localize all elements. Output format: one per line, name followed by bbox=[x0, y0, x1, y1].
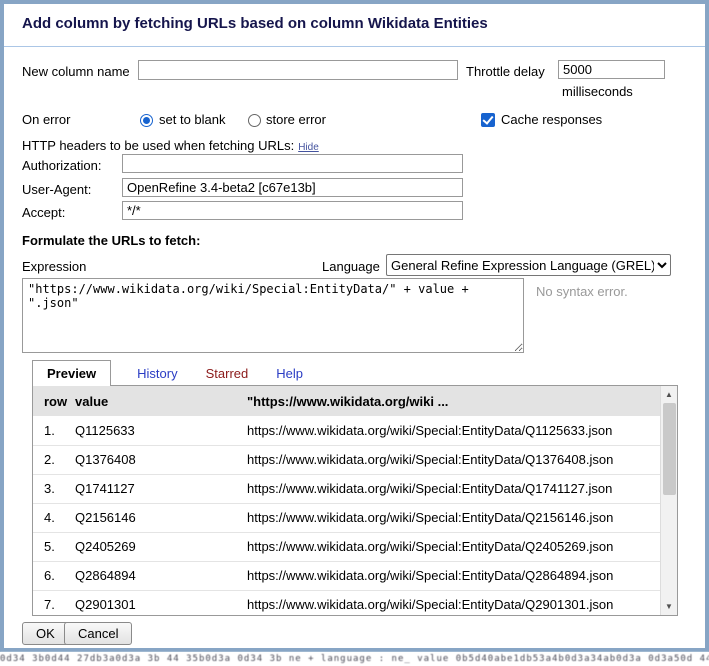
add-column-fetch-dialog: Add column by fetching URLs based on col… bbox=[0, 0, 709, 652]
dialog-title: Add column by fetching URLs based on col… bbox=[22, 15, 488, 32]
set-to-blank-radio-label[interactable]: set to blank bbox=[159, 112, 226, 127]
tab-starred[interactable]: Starred bbox=[206, 366, 249, 381]
ok-button[interactable]: OK bbox=[22, 622, 69, 645]
cancel-button[interactable]: Cancel bbox=[64, 622, 132, 645]
row-index-cell: 7. bbox=[33, 590, 75, 616]
url-cell: https://www.wikidata.org/wiki/Special:En… bbox=[247, 503, 660, 532]
table-row: 1. Q1125633 https://www.wikidata.org/wik… bbox=[33, 416, 660, 445]
title-divider bbox=[4, 46, 705, 47]
preview-panel: row value "https://www.wikidata.org/wiki… bbox=[32, 385, 678, 616]
preview-table: row value "https://www.wikidata.org/wiki… bbox=[33, 386, 660, 616]
value-cell: Q1376408 bbox=[75, 445, 247, 474]
url-cell: https://www.wikidata.org/wiki/Special:En… bbox=[247, 561, 660, 590]
column-header-row: row bbox=[33, 386, 75, 416]
language-label: Language bbox=[322, 259, 380, 274]
row-index-cell: 1. bbox=[33, 416, 75, 445]
cache-responses-checkbox[interactable] bbox=[481, 113, 495, 127]
url-cell: https://www.wikidata.org/wiki/Special:En… bbox=[247, 445, 660, 474]
language-select[interactable]: General Refine Expression Language (GREL… bbox=[386, 254, 671, 276]
set-to-blank-radio[interactable] bbox=[140, 114, 153, 127]
scrollbar[interactable]: ▲ ▼ bbox=[660, 386, 677, 615]
user-agent-input[interactable] bbox=[122, 178, 463, 197]
row-index-cell: 3. bbox=[33, 474, 75, 503]
formulate-urls-heading: Formulate the URLs to fetch: bbox=[22, 233, 200, 248]
scrollbar-thumb[interactable] bbox=[663, 403, 676, 495]
tab-preview[interactable]: Preview bbox=[32, 360, 111, 386]
table-row: 7. Q2901301 https://www.wikidata.org/wik… bbox=[33, 590, 660, 616]
expression-label: Expression bbox=[22, 259, 86, 274]
scroll-up-icon[interactable]: ▲ bbox=[661, 386, 677, 403]
new-column-name-label: New column name bbox=[22, 64, 130, 79]
url-cell: https://www.wikidata.org/wiki/Special:En… bbox=[247, 474, 660, 503]
user-agent-label: User-Agent: bbox=[22, 182, 91, 197]
throttle-delay-label: Throttle delay bbox=[466, 64, 545, 79]
accept-input[interactable] bbox=[122, 201, 463, 220]
background-text: 0d34 3b0d44 27db3a0d3a 3b 44 35b0d3a 0d3… bbox=[0, 652, 709, 666]
table-row: 2. Q1376408 https://www.wikidata.org/wik… bbox=[33, 445, 660, 474]
table-row: 4. Q2156146 https://www.wikidata.org/wik… bbox=[33, 503, 660, 532]
authorization-input[interactable] bbox=[122, 154, 463, 173]
syntax-status: No syntax error. bbox=[536, 284, 628, 299]
cache-responses-label[interactable]: Cache responses bbox=[501, 112, 602, 127]
url-cell: https://www.wikidata.org/wiki/Special:En… bbox=[247, 590, 660, 616]
tab-history[interactable]: History bbox=[137, 366, 177, 381]
row-index-cell: 4. bbox=[33, 503, 75, 532]
store-error-radio[interactable] bbox=[248, 114, 261, 127]
table-row: 6. Q2864894 https://www.wikidata.org/wik… bbox=[33, 561, 660, 590]
store-error-radio-label[interactable]: store error bbox=[266, 112, 326, 127]
column-header-url: "https://www.wikidata.org/wiki ... bbox=[247, 386, 660, 416]
throttle-unit-label: milliseconds bbox=[562, 84, 633, 99]
value-cell: Q2405269 bbox=[75, 532, 247, 561]
expression-textarea[interactable]: "https://www.wikidata.org/wiki/Special:E… bbox=[22, 278, 524, 353]
row-index-cell: 6. bbox=[33, 561, 75, 590]
value-cell: Q2864894 bbox=[75, 561, 247, 590]
row-index-cell: 2. bbox=[33, 445, 75, 474]
new-column-name-input[interactable] bbox=[138, 60, 458, 80]
http-headers-heading-text: HTTP headers to be used when fetching UR… bbox=[22, 138, 294, 153]
hide-headers-link[interactable]: Hide bbox=[298, 142, 319, 153]
tab-help[interactable]: Help bbox=[276, 366, 303, 381]
authorization-label: Authorization: bbox=[22, 158, 102, 173]
value-cell: Q2156146 bbox=[75, 503, 247, 532]
accept-label: Accept: bbox=[22, 205, 65, 220]
table-header-row: row value "https://www.wikidata.org/wiki… bbox=[33, 386, 660, 416]
value-cell: Q1125633 bbox=[75, 416, 247, 445]
http-headers-heading: HTTP headers to be used when fetching UR… bbox=[22, 138, 319, 153]
url-cell: https://www.wikidata.org/wiki/Special:En… bbox=[247, 416, 660, 445]
scroll-down-icon[interactable]: ▼ bbox=[661, 598, 677, 615]
value-cell: Q2901301 bbox=[75, 590, 247, 616]
table-row: 5. Q2405269 https://www.wikidata.org/wik… bbox=[33, 532, 660, 561]
column-header-value: value bbox=[75, 386, 247, 416]
on-error-label: On error bbox=[22, 112, 70, 127]
throttle-delay-input[interactable] bbox=[558, 60, 665, 79]
value-cell: Q1741127 bbox=[75, 474, 247, 503]
url-cell: https://www.wikidata.org/wiki/Special:En… bbox=[247, 532, 660, 561]
table-row: 3. Q1741127 https://www.wikidata.org/wik… bbox=[33, 474, 660, 503]
tab-bar: Preview History Starred Help bbox=[32, 360, 303, 386]
row-index-cell: 5. bbox=[33, 532, 75, 561]
